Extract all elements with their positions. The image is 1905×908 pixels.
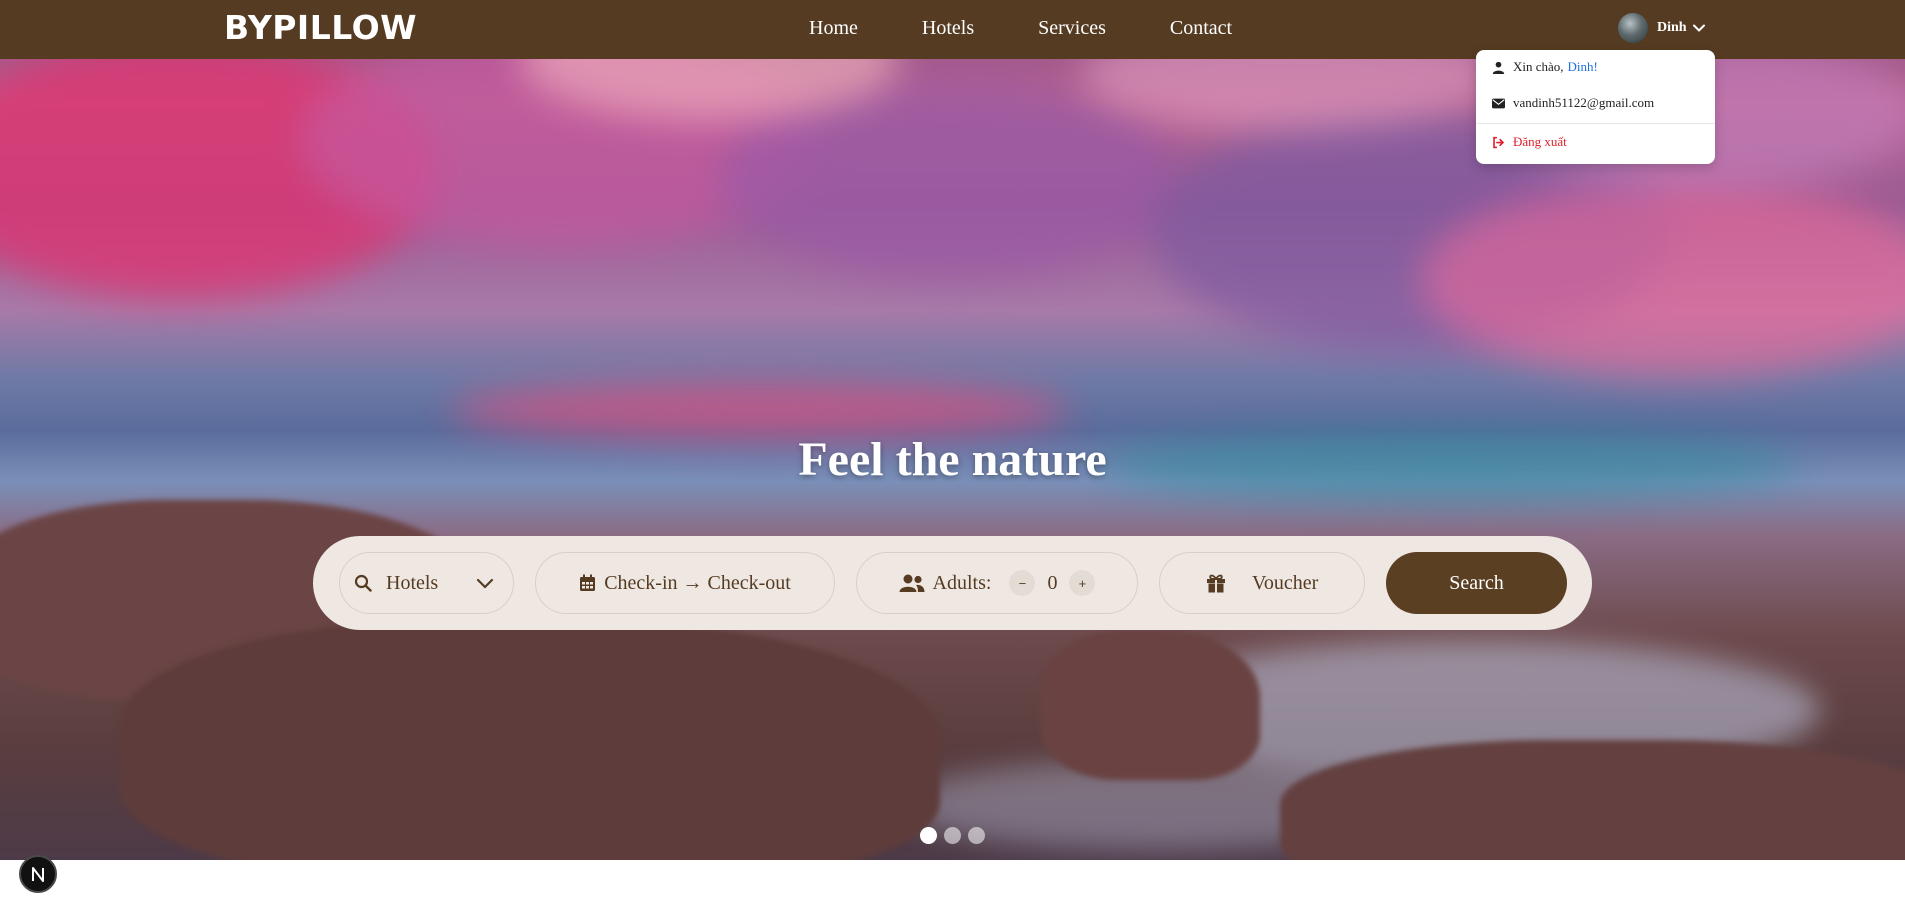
brand-logo[interactable]: BYPILLOW (224, 8, 417, 47)
booking-search-bar: Hotels Check-in → Check-out Adults: − 0 (313, 536, 1592, 630)
adults-count: 0 (1047, 571, 1058, 594)
dropdown-email-item: vandinh51122@gmail.com (1492, 95, 1654, 111)
category-select[interactable]: Hotels (339, 552, 514, 614)
calendar-icon (580, 574, 596, 591)
nav-link-home[interactable]: Home (809, 17, 858, 40)
date-range-picker[interactable]: Check-in → Check-out (535, 552, 835, 614)
nextjs-dev-indicator[interactable] (19, 855, 57, 893)
greeting-username: Dinh! (1567, 59, 1598, 74)
nav-link-contact[interactable]: Contact (1170, 17, 1232, 40)
search-button-label: Search (1449, 571, 1504, 594)
nextjs-logo-icon (32, 866, 44, 882)
hero-slider-dots (920, 827, 992, 844)
adults-increment-button[interactable]: + (1069, 570, 1096, 596)
slider-dot-2[interactable] (944, 827, 961, 844)
logout-button[interactable]: Đăng xuất (1492, 134, 1567, 150)
user-name: Dinh (1657, 20, 1687, 35)
dropdown-greeting: Xin chào, Dinh! (1492, 59, 1598, 75)
users-icon (899, 574, 925, 592)
chevron-down-icon (1692, 24, 1705, 32)
user-menu-toggle[interactable]: Dinh (1618, 13, 1705, 43)
category-selected-value: Hotels (386, 571, 439, 594)
adults-decrement-button[interactable]: − (1009, 570, 1036, 596)
chevron-down-icon (477, 578, 494, 589)
user-icon (1492, 61, 1505, 74)
voucher-field[interactable]: Voucher (1159, 552, 1365, 614)
gift-icon (1207, 574, 1225, 593)
voucher-label: Voucher (1252, 571, 1319, 594)
search-button[interactable]: Search (1386, 552, 1567, 614)
dropdown-divider (1476, 123, 1715, 124)
nav-link-hotels[interactable]: Hotels (922, 17, 974, 40)
greeting-text: Xin chào, (1513, 59, 1564, 74)
logout-label: Đăng xuất (1513, 134, 1567, 149)
avatar (1618, 13, 1648, 43)
slider-dot-3[interactable] (968, 827, 985, 844)
nav-link-services[interactable]: Services (1038, 17, 1106, 40)
sign-out-icon (1493, 136, 1505, 148)
user-email: vandinh51122@gmail.com (1513, 95, 1655, 110)
adults-selector: Adults: − 0 + (856, 552, 1138, 614)
slider-dot-1[interactable] (920, 827, 937, 844)
search-icon (354, 574, 372, 592)
hero-title: Feel the nature (798, 433, 1107, 486)
main-nav: Home Hotels Services Contact (809, 17, 1232, 40)
date-range-label: Check-in → Check-out (604, 571, 791, 594)
user-dropdown-menu: Xin chào, Dinh! vandinh51122@gmail.com Đ… (1476, 50, 1715, 164)
envelope-icon (1492, 98, 1505, 108)
adults-label: Adults: (932, 571, 992, 594)
